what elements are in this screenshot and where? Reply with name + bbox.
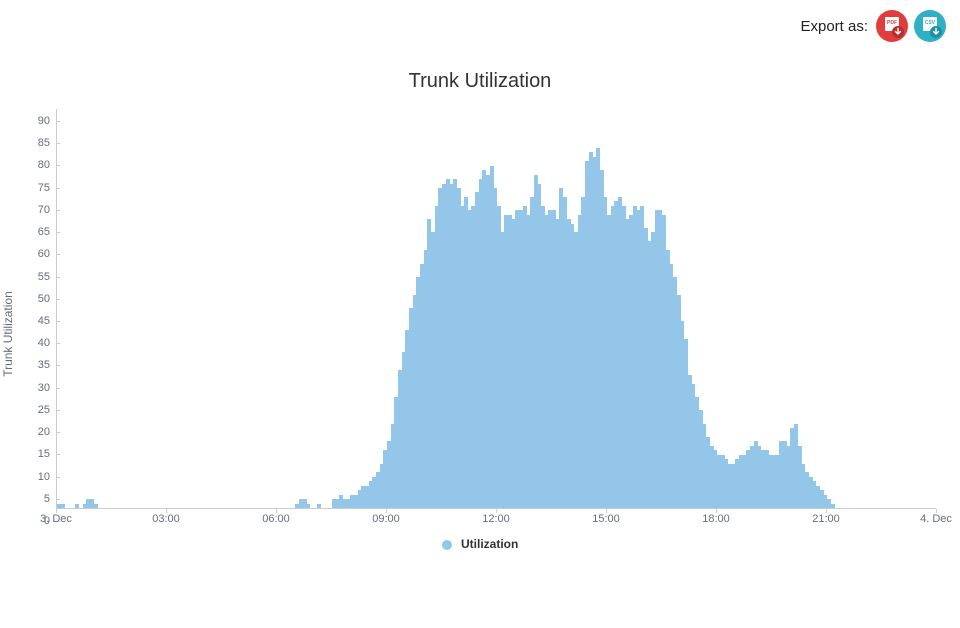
plot-area[interactable] (56, 109, 936, 509)
x-tick: 15:00 (592, 513, 620, 525)
pdf-icon: PDF (876, 10, 908, 42)
chart-container: Trunk Utilization Trunk Utilization 0510… (0, 70, 960, 569)
x-tick: 09:00 (372, 513, 400, 525)
y-tick: 75 (0, 182, 56, 194)
chart-legend: Utilization (0, 537, 960, 551)
y-tick: 15 (0, 448, 56, 460)
svg-text:PDF: PDF (887, 20, 897, 26)
y-tick: 5 (0, 493, 56, 505)
y-tick: 55 (0, 271, 56, 283)
x-tick: 3. Dec (40, 513, 72, 525)
chart-bar (831, 504, 835, 508)
export-bar: Export as: PDF CSV (800, 10, 946, 42)
chart-bar (317, 504, 321, 508)
export-csv-button[interactable]: CSV (914, 10, 946, 42)
export-label: Export as: (800, 18, 868, 35)
csv-icon: CSV (914, 10, 946, 42)
svg-text:CSV: CSV (925, 20, 936, 26)
x-tick: 21:00 (812, 513, 840, 525)
y-tick: 40 (0, 337, 56, 349)
y-tick: 50 (0, 293, 56, 305)
x-tick: 03:00 (152, 513, 180, 525)
chart-bar (94, 504, 98, 508)
chart-title: Trunk Utilization (0, 70, 960, 93)
y-tick: 80 (0, 159, 56, 171)
y-tick: 70 (0, 204, 56, 216)
y-tick: 10 (0, 471, 56, 483)
y-tick: 85 (0, 137, 56, 149)
y-tick: 25 (0, 404, 56, 416)
y-tick: 45 (0, 315, 56, 327)
export-pdf-button[interactable]: PDF (876, 10, 908, 42)
y-tick: 90 (0, 115, 56, 127)
plot-outer: Trunk Utilization 0510152025303540455055… (0, 99, 960, 569)
legend-label: Utilization (461, 537, 518, 551)
chart-bar (61, 504, 65, 508)
y-tick: 30 (0, 382, 56, 394)
x-tick: 12:00 (482, 513, 510, 525)
chart-bar (75, 504, 79, 508)
x-tick: 4. Dec (920, 513, 952, 525)
x-tick: 06:00 (262, 513, 290, 525)
y-tick: 65 (0, 226, 56, 238)
y-tick: 60 (0, 248, 56, 260)
legend-swatch (442, 540, 452, 550)
y-tick: 20 (0, 426, 56, 438)
y-tick: 35 (0, 359, 56, 371)
chart-bar (306, 504, 310, 508)
x-tick: 18:00 (702, 513, 730, 525)
